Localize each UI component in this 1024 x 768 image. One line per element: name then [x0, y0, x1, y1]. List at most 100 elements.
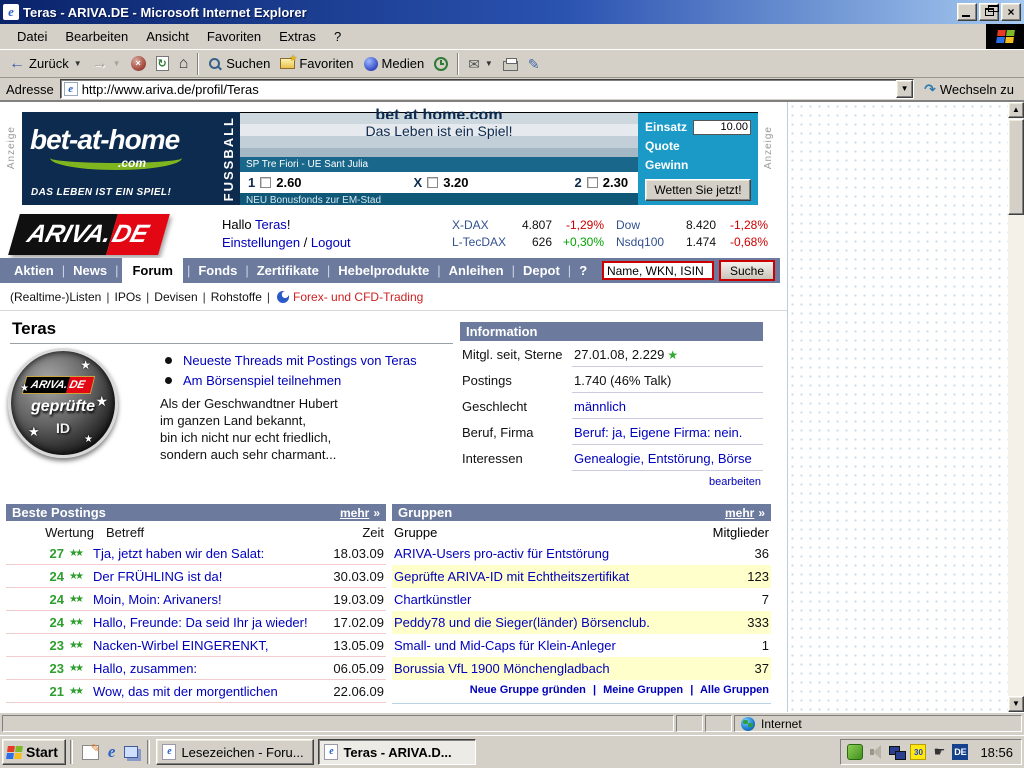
- subnav-listen[interactable]: (Realtime-)Listen: [10, 290, 101, 304]
- print-button[interactable]: [498, 52, 523, 76]
- forward-button[interactable]: → ▼: [87, 52, 126, 76]
- scroll-up-button[interactable]: ▲: [1008, 102, 1024, 118]
- back-button[interactable]: ← Zurück ▼: [4, 52, 87, 76]
- einsatz-input[interactable]: [693, 120, 751, 135]
- subnav-devisen[interactable]: Devisen: [154, 290, 197, 304]
- nav-news[interactable]: News: [71, 263, 109, 278]
- index-name-dow[interactable]: Dow: [616, 217, 678, 234]
- group-link[interactable]: Geprüfte ARIVA-ID mit Echtheitszertifika…: [394, 569, 699, 584]
- history-button[interactable]: [429, 52, 453, 76]
- beste-postings-columns: Wertung Betreff Zeit: [6, 521, 386, 542]
- quicklaunch-windows-icon[interactable]: [124, 746, 138, 758]
- mail-button[interactable]: ✉ ▼: [463, 52, 498, 76]
- edit-profile-link[interactable]: bearbeiten: [460, 471, 763, 488]
- network-tray-icon[interactable]: [889, 744, 905, 760]
- index-name-tecdax[interactable]: L-TecDAX: [452, 234, 510, 251]
- menu-ansicht[interactable]: Ansicht: [137, 25, 198, 48]
- task-button-teras-active[interactable]: e Teras - ARIVA.D...: [318, 739, 476, 765]
- vertical-scrollbar[interactable]: ▲ ▼: [1008, 102, 1024, 712]
- refresh-button[interactable]: ↻: [151, 52, 174, 76]
- stop-button[interactable]: ×: [126, 52, 151, 76]
- index-name-nsdq[interactable]: Nsdq100: [616, 234, 678, 251]
- index-name-xdax[interactable]: X-DAX: [452, 217, 510, 234]
- nav-fonds[interactable]: Fonds: [196, 263, 239, 278]
- nav-hebelprodukte[interactable]: Hebelprodukte: [336, 263, 431, 278]
- quote-search-button[interactable]: Suche: [719, 260, 775, 281]
- posting-link[interactable]: Wow, das mit der morgentlichen: [90, 684, 324, 699]
- nav-aktien[interactable]: Aktien: [12, 263, 56, 278]
- menu-hilfe[interactable]: ?: [325, 25, 350, 48]
- newest-threads-link[interactable]: Neueste Threads mit Postings von Teras: [183, 351, 417, 370]
- odd-draw-checkbox[interactable]: [427, 177, 438, 188]
- minimize-button[interactable]: [957, 3, 977, 21]
- quicklaunch-ie-icon[interactable]: e: [108, 743, 116, 761]
- pointer-tray-icon[interactable]: ☛: [931, 744, 947, 760]
- posting-link[interactable]: Tja, jetzt haben wir den Salat:: [90, 546, 324, 561]
- year30-tray-icon[interactable]: 30: [910, 744, 926, 760]
- group-link[interactable]: Peddy78 und die Sieger(länder) Börsenclu…: [394, 615, 699, 630]
- nav-anleihen[interactable]: Anleihen: [447, 263, 506, 278]
- info-value-link[interactable]: männlich: [572, 393, 763, 419]
- group-link[interactable]: Small- und Mid-Caps für Klein-Anleger: [394, 638, 699, 653]
- address-dropdown-button[interactable]: ▼: [896, 80, 913, 98]
- info-label: Interessen: [460, 445, 572, 471]
- bet-at-home-logo[interactable]: bet-at-home .com DAS LEBEN IST EIN SPIEL…: [22, 112, 216, 205]
- media-button[interactable]: Medien: [359, 52, 430, 76]
- mail-dropdown-icon[interactable]: ▼: [485, 59, 493, 68]
- go-button[interactable]: ↷ Wechseln zu: [914, 81, 1020, 98]
- start-button[interactable]: Start: [2, 739, 66, 765]
- scroll-down-button[interactable]: ▼: [1008, 696, 1024, 712]
- restore-button[interactable]: [979, 3, 999, 21]
- info-value-link[interactable]: Beruf: ja, Eigene Firma: nein.: [572, 419, 763, 445]
- nav-depot[interactable]: Depot: [521, 263, 562, 278]
- group-link[interactable]: Chartkünstler: [394, 592, 699, 607]
- posting-link[interactable]: Der FRÜHLING ist da!: [90, 569, 324, 584]
- odd-home-checkbox[interactable]: [260, 177, 271, 188]
- volume-tray-icon[interactable]: [868, 744, 884, 760]
- nav-forum-active[interactable]: Forum: [122, 258, 182, 285]
- nav-zertifikate[interactable]: Zertifikate: [255, 263, 321, 278]
- quicklaunch-desktop-icon[interactable]: [82, 745, 99, 760]
- language-indicator[interactable]: DE: [952, 744, 968, 760]
- subnav-ipos[interactable]: IPOs: [114, 290, 141, 304]
- logout-link[interactable]: Logout: [311, 235, 351, 250]
- settings-link[interactable]: Einstellungen: [222, 235, 300, 250]
- posting-link[interactable]: Hallo, Freunde: Da seid Ihr ja wieder!: [90, 615, 324, 630]
- edit-button[interactable]: ✎: [523, 52, 545, 76]
- search-button[interactable]: Suchen: [203, 52, 275, 76]
- username-link[interactable]: Teras: [255, 217, 287, 232]
- back-dropdown-icon[interactable]: ▼: [74, 59, 82, 68]
- my-groups-link[interactable]: Meine Gruppen: [603, 684, 683, 696]
- quote-search-input[interactable]: [602, 261, 714, 280]
- menu-favoriten[interactable]: Favoriten: [198, 25, 270, 48]
- ariva-logo[interactable]: ARIVA. DE: [8, 214, 169, 255]
- menu-datei[interactable]: Datei: [8, 25, 56, 48]
- odd-away-checkbox[interactable]: [587, 177, 598, 188]
- scrollbar-thumb[interactable]: [1008, 119, 1024, 215]
- beste-postings-more-link[interactable]: mehr: [340, 506, 369, 520]
- group-link[interactable]: ARIVA-Users pro-activ für Entstörung: [394, 546, 699, 561]
- group-link[interactable]: Borussia VfL 1900 Mönchengladbach: [394, 661, 699, 676]
- task-button-lesezeichen[interactable]: e Lesezeichen - Foru...: [156, 739, 314, 765]
- subnav-forex[interactable]: Forex- und CFD-Trading: [293, 290, 423, 304]
- bet-now-button[interactable]: Wetten Sie jetzt!: [645, 179, 751, 201]
- favorites-button[interactable]: Favoriten: [275, 52, 358, 76]
- boersenspiel-link[interactable]: Am Börsenspiel teilnehmen: [183, 371, 341, 390]
- subnav-rohstoffe[interactable]: Rohstoffe: [211, 290, 262, 304]
- menu-bearbeiten[interactable]: Bearbeiten: [56, 25, 137, 48]
- close-button[interactable]: ×: [1001, 3, 1021, 21]
- nav-help[interactable]: ?: [577, 263, 589, 278]
- menu-extras[interactable]: Extras: [270, 25, 325, 48]
- home-button[interactable]: ⌂: [174, 52, 194, 76]
- info-value-link[interactable]: Genealogie, Entstörung, Börse: [572, 445, 763, 471]
- posting-link[interactable]: Nacken-Wirbel EINGERENKT,: [90, 638, 324, 653]
- graphics-tool-tray-icon[interactable]: [847, 744, 863, 760]
- anzeige-label-left: Anzeige: [6, 126, 17, 169]
- posting-link[interactable]: Moin, Moin: Arivaners!: [90, 592, 324, 607]
- gruppen-more-link[interactable]: mehr: [725, 506, 754, 520]
- posting-link[interactable]: Hallo, zusammen:: [90, 661, 324, 676]
- new-group-link[interactable]: Neue Gruppe gründen: [470, 684, 586, 696]
- address-input[interactable]: [82, 81, 896, 97]
- all-groups-link[interactable]: Alle Gruppen: [700, 684, 769, 696]
- banner-ad[interactable]: Anzeige bet-at-home .com DAS LEBEN IST E…: [6, 110, 778, 207]
